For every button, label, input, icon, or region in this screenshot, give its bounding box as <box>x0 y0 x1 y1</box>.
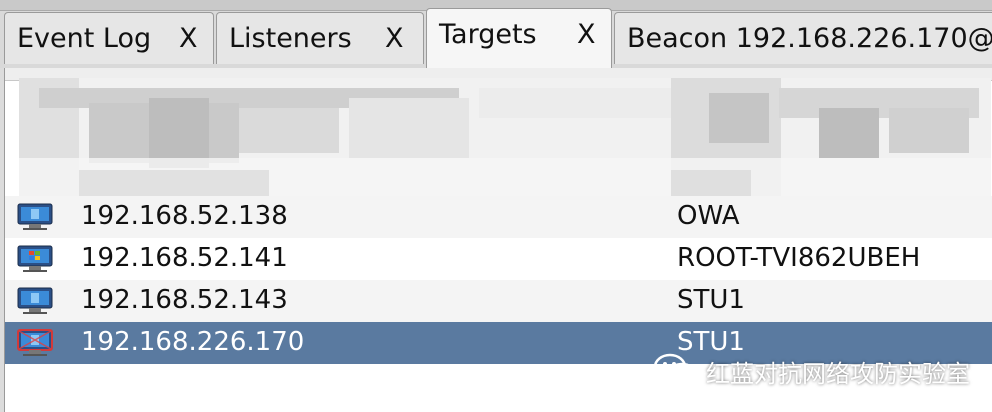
tab-event-log[interactable]: Event Log X <box>4 12 214 64</box>
target-name: STU1 <box>677 285 745 315</box>
windows-server-icon <box>17 203 53 230</box>
target-name: ROOT-TVI862UBEH <box>677 243 921 273</box>
windows-server-beacon-icon <box>17 329 53 356</box>
tab-bar: Event Log X Listeners X Targets X Beacon… <box>0 0 992 68</box>
watermark: 红蓝对抗网络攻防实验室 <box>652 352 970 388</box>
tab-label: Beacon 192.168.226.170@ <box>627 23 992 54</box>
windows-xp-icon <box>17 245 53 272</box>
tab-close-button[interactable]: X <box>179 23 198 54</box>
tab-listeners[interactable]: Listeners X <box>216 12 424 64</box>
table-row[interactable]: 192.168.52.143 STU1 <box>5 280 992 322</box>
target-address: 192.168.52.138 <box>81 201 288 231</box>
tab-beacon[interactable]: Beacon 192.168.226.170@ <box>614 12 992 64</box>
tab-label: Targets <box>439 19 537 50</box>
watermark-text: 红蓝对抗网络攻防实验室 <box>706 360 970 388</box>
target-address: 192.168.52.141 <box>81 243 288 273</box>
wechat-icon <box>653 353 697 386</box>
redacted-rows <box>19 78 991 196</box>
target-name: OWA <box>677 201 740 231</box>
target-address: 192.168.52.143 <box>81 285 288 315</box>
target-address: 192.168.226.170 <box>81 327 305 357</box>
tab-close-button[interactable]: X <box>577 19 596 50</box>
table-row[interactable]: 192.168.52.141 ROOT-TVI862UBEH <box>5 238 992 280</box>
tab-label: Event Log <box>17 23 152 54</box>
windows-server-icon <box>17 287 53 314</box>
tab-close-button[interactable]: X <box>385 23 404 54</box>
tab-targets[interactable]: Targets X <box>426 8 612 68</box>
tab-label: Listeners <box>229 23 352 54</box>
table-row[interactable]: 192.168.52.138 OWA <box>5 196 992 238</box>
